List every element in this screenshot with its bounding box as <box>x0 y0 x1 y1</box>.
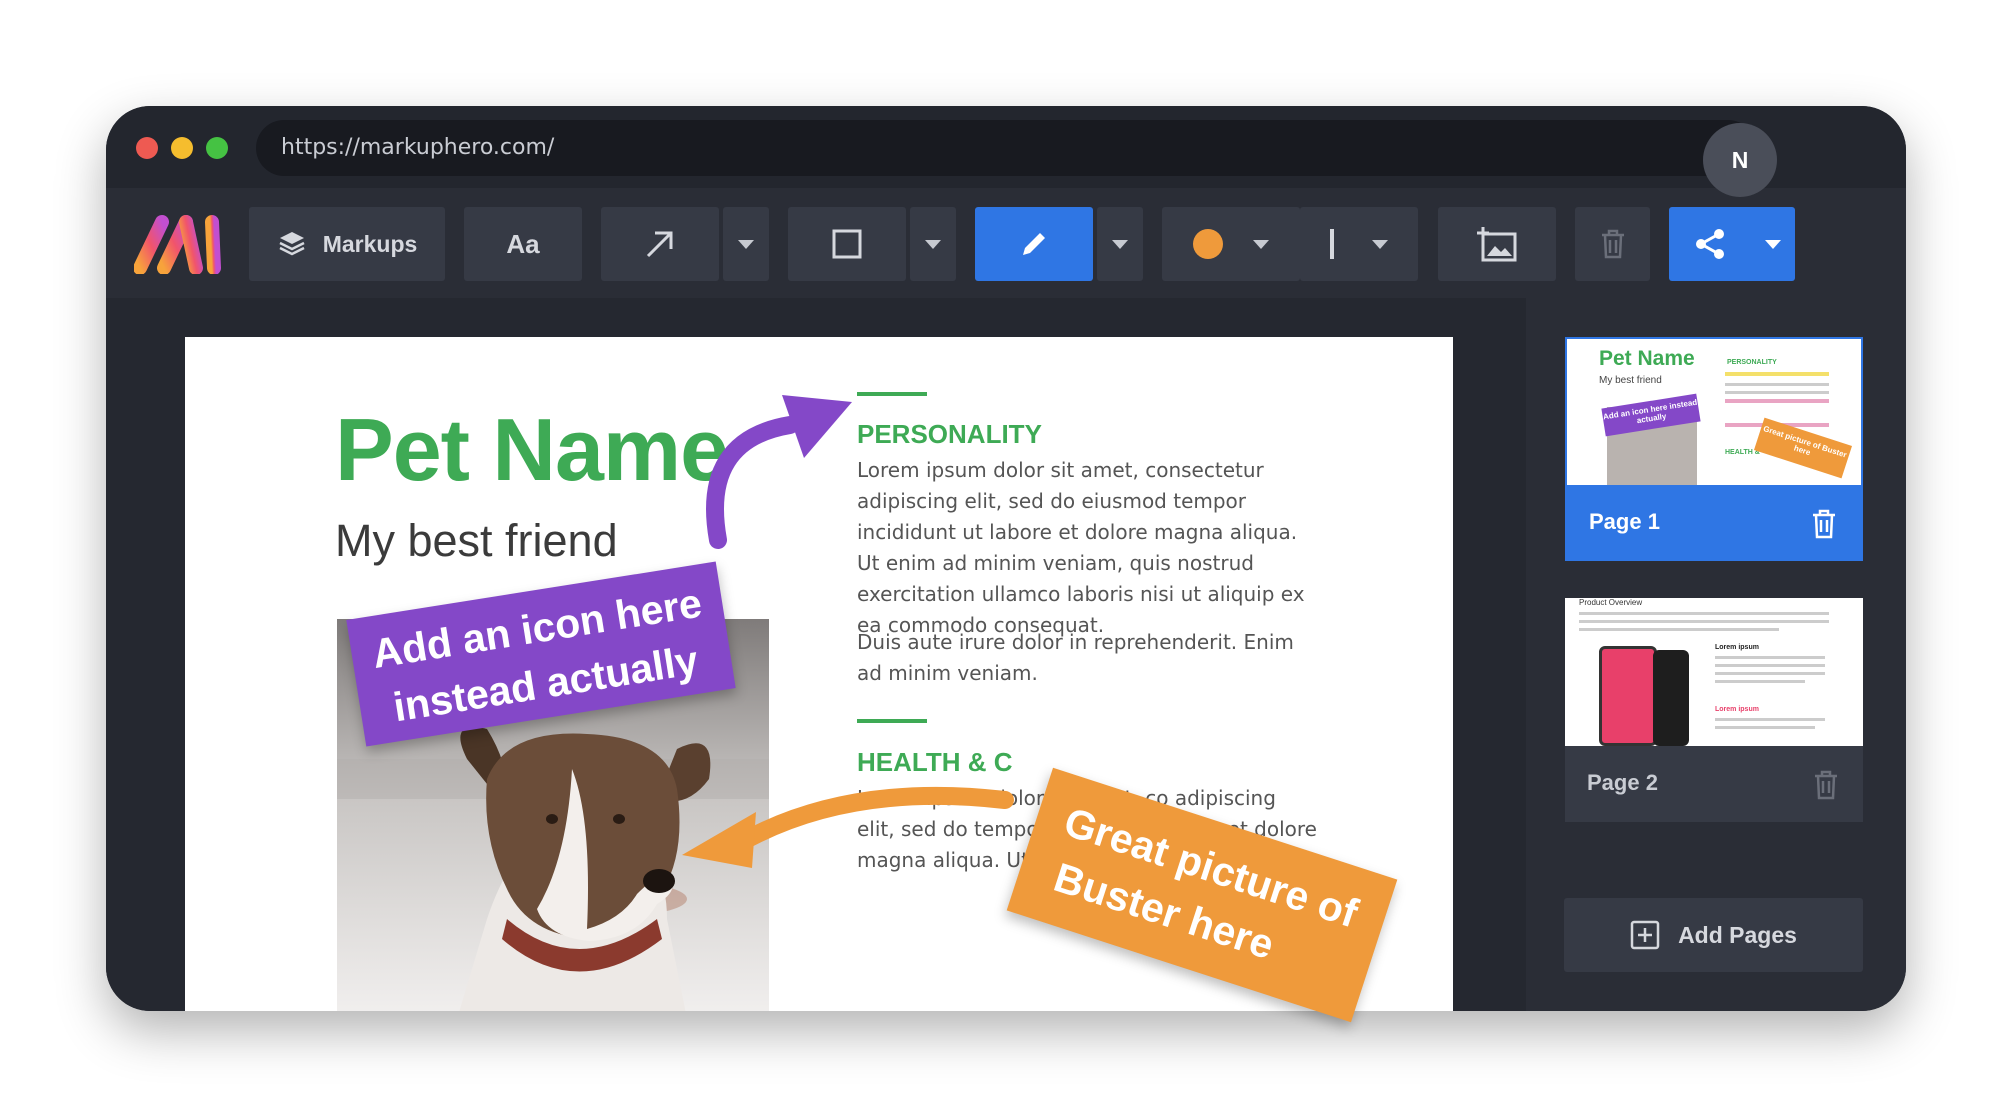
thumb-text-line <box>1579 628 1779 631</box>
thumb-title: Pet Name <box>1599 347 1695 370</box>
thumb-text-line <box>1715 726 1815 729</box>
thumb-text-line <box>1715 718 1825 721</box>
thumb-heading: Lorem ipsum <box>1715 644 1759 651</box>
page-2-preview: Product Overview Lorem ipsum Lorem ipsum <box>1565 598 1863 746</box>
page-2-label: Page 2 <box>1587 770 1658 795</box>
thumb-text-line <box>1579 620 1829 623</box>
page-1-preview: Pet Name My best friend PERSONALITY HEAL… <box>1567 339 1861 485</box>
thumb-text-line <box>1579 612 1829 615</box>
thumb-highlight <box>1725 372 1829 376</box>
purple-arrow[interactable] <box>706 416 799 549</box>
thumb-title: Product Overview <box>1579 598 1643 607</box>
page-2-thumbnail[interactable]: Product Overview Lorem ipsum Lorem ipsum… <box>1565 598 1863 822</box>
thumb-text-line <box>1725 383 1829 386</box>
thumb-text-line <box>1715 656 1825 659</box>
thumb-heading: PERSONALITY <box>1727 359 1777 366</box>
page-1-label: Page 1 <box>1589 509 1660 534</box>
trash-icon[interactable] <box>1813 770 1839 800</box>
thumb-text-line <box>1725 391 1829 394</box>
add-pages-button[interactable]: Add Pages <box>1564 898 1863 972</box>
thumb-phone-image <box>1599 646 1657 746</box>
page-2-label-bar: Page 2 <box>1565 746 1863 822</box>
thumb-text-line <box>1715 680 1805 683</box>
thumb-subtitle: My best friend <box>1599 375 1662 386</box>
orange-arrow-head <box>682 812 756 868</box>
add-pages-label: Add Pages <box>1678 921 1797 948</box>
trash-icon[interactable] <box>1811 509 1837 539</box>
thumb-text-line <box>1715 672 1825 675</box>
thumb-text-line <box>1715 664 1825 667</box>
page-1-label-bar: Page 1 <box>1567 485 1861 561</box>
thumb-phone-image <box>1653 650 1689 746</box>
add-page-icon <box>1630 920 1660 950</box>
page-1-thumbnail[interactable]: Pet Name My best friend PERSONALITY HEAL… <box>1565 337 1863 561</box>
thumb-heading-2: Lorem ipsum <box>1715 706 1759 713</box>
thumb-highlight <box>1725 399 1829 403</box>
orange-arrow[interactable] <box>733 786 1014 851</box>
